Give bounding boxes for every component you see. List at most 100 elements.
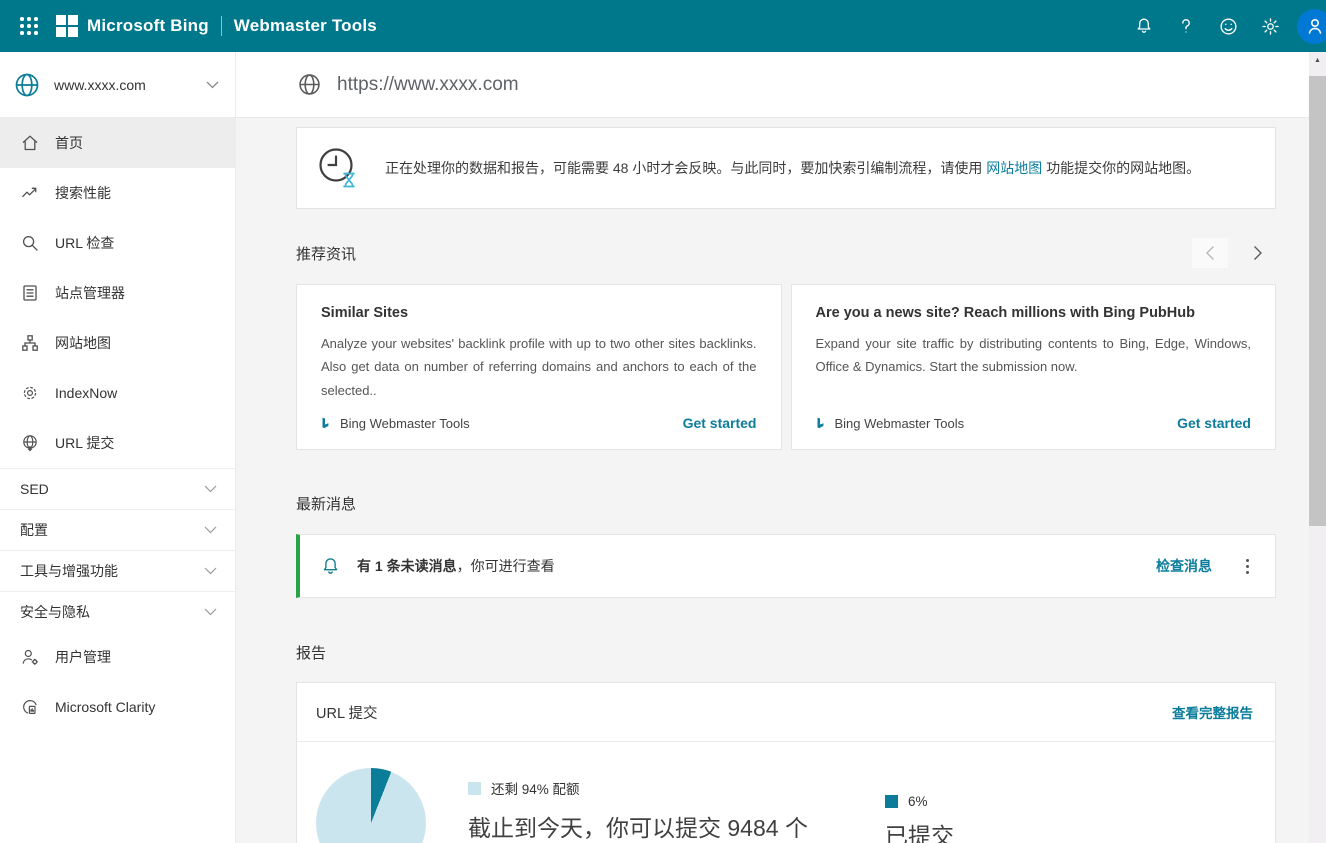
card-source: Bing Webmaster Tools bbox=[816, 416, 965, 431]
microsoft-logo-icon bbox=[56, 15, 78, 37]
messages-heading: 最新消息 bbox=[296, 493, 356, 514]
sidebar-section-label: SED bbox=[20, 481, 49, 497]
get-started-link[interactable]: Get started bbox=[1177, 415, 1251, 431]
sidebar-item-label: URL 检查 bbox=[55, 233, 114, 253]
feedback-button[interactable] bbox=[1207, 0, 1249, 52]
clock-hourglass-icon bbox=[315, 144, 363, 192]
legend-remaining-label: 还剩 94% 配额 bbox=[491, 778, 580, 798]
sidebar-section-sed[interactable]: SED bbox=[0, 468, 235, 509]
chevron-down-icon bbox=[204, 567, 217, 575]
sidebar-section-configuration[interactable]: 配置 bbox=[0, 509, 235, 550]
sidebar-section-label: 安全与隐私 bbox=[20, 602, 90, 622]
sidebar-item-label: URL 提交 bbox=[55, 433, 114, 453]
site-selector[interactable]: www.xxxx.com bbox=[0, 52, 235, 118]
site-manager-icon bbox=[20, 283, 40, 303]
sidebar-nav: 首页 搜索性能 URL 检查 站点管理器 网站地图 IndexNow URL 提… bbox=[0, 118, 235, 732]
brand-name: Microsoft Bing bbox=[87, 16, 209, 36]
chevron-down-icon bbox=[204, 526, 217, 534]
reports-heading-row: 报告 bbox=[296, 641, 1276, 663]
sitemap-icon bbox=[20, 333, 40, 353]
scroll-up-arrow[interactable]: ▲ bbox=[1309, 52, 1326, 68]
chevron-down-icon bbox=[204, 485, 217, 493]
legend-submitted-pct: 6% bbox=[908, 794, 928, 809]
card-body: Expand your site traffic by distributing… bbox=[816, 332, 1252, 379]
sidebar-item-microsoft-clarity[interactable]: Microsoft Clarity bbox=[0, 682, 235, 732]
legend-submitted-label-row: 6% bbox=[885, 794, 954, 809]
bell-icon bbox=[1134, 16, 1154, 36]
report-card-title: URL 提交 bbox=[316, 702, 378, 723]
sidebar-item-site-explorer[interactable]: 站点管理器 bbox=[0, 268, 235, 318]
report-card-header: URL 提交 查看完整报告 bbox=[297, 683, 1275, 742]
brand-home-link[interactable]: Microsoft Bing bbox=[56, 15, 209, 37]
sidebar-item-search-performance[interactable]: 搜索性能 bbox=[0, 168, 235, 218]
legend-submitted: 6% 已提交 bbox=[885, 794, 954, 843]
recommended-heading-row: 推荐资讯 bbox=[296, 242, 1276, 264]
home-icon bbox=[20, 133, 40, 153]
card-source: Bing Webmaster Tools bbox=[321, 416, 470, 431]
site-url: https://www.xxxx.com bbox=[337, 74, 519, 96]
sidebar-item-label: 用户管理 bbox=[55, 647, 111, 667]
sitemap-link[interactable]: 网站地图 bbox=[986, 160, 1042, 176]
unread-message-card: 有 1 条未读消息，你可进行查看 检查消息 bbox=[296, 534, 1276, 598]
notifications-button[interactable] bbox=[1123, 0, 1165, 52]
sidebar-item-sitemaps[interactable]: 网站地图 bbox=[0, 318, 235, 368]
check-messages-link[interactable]: 检查消息 bbox=[1156, 556, 1212, 576]
sidebar-item-url-inspection[interactable]: URL 检查 bbox=[0, 218, 235, 268]
product-name: Webmaster Tools bbox=[234, 16, 377, 36]
indexnow-gear-icon bbox=[20, 383, 40, 403]
sidebar-section-tools[interactable]: 工具与增强功能 bbox=[0, 550, 235, 591]
processing-notice-card: 正在处理你的数据和报告，可能需要 48 小时才会反映。与此同时，要加快索引编制流… bbox=[296, 127, 1276, 209]
kebab-icon bbox=[1246, 559, 1249, 562]
legend-swatch-remaining bbox=[468, 782, 481, 795]
card-title: Similar Sites bbox=[321, 305, 757, 321]
globe-icon bbox=[296, 71, 323, 98]
view-full-report-link[interactable]: 查看完整报告 bbox=[1172, 702, 1253, 722]
gear-icon bbox=[1260, 16, 1281, 37]
url-submit-globe-icon bbox=[20, 433, 40, 453]
globe-icon bbox=[12, 70, 42, 100]
sidebar-item-url-submission[interactable]: URL 提交 bbox=[0, 418, 235, 468]
carousel-controls bbox=[1192, 238, 1276, 268]
sidebar-item-label: 首页 bbox=[55, 133, 83, 153]
legend-remaining: 还剩 94% 配额 截止到今天，你可以提交 9484 个 URL bbox=[468, 778, 860, 843]
report-card-body: 还剩 94% 配额 截止到今天，你可以提交 9484 个 URL 6% 已提交 bbox=[297, 742, 1275, 843]
card-body: Analyze your websites' backlink profile … bbox=[321, 332, 757, 402]
sidebar-section-label: 工具与增强功能 bbox=[20, 561, 118, 581]
sidebar-item-indexnow[interactable]: IndexNow bbox=[0, 368, 235, 418]
app-launcher-button[interactable] bbox=[8, 0, 50, 52]
chevron-left-icon bbox=[1205, 245, 1215, 261]
get-started-link[interactable]: Get started bbox=[683, 415, 757, 431]
user-gear-icon bbox=[20, 647, 40, 667]
quota-remaining-text: 截止到今天，你可以提交 9484 个 URL bbox=[468, 811, 860, 843]
card-footer: Bing Webmaster Tools Get started bbox=[816, 402, 1252, 431]
sidebar-section-security[interactable]: 安全与隐私 bbox=[0, 591, 235, 632]
unread-message-text: 有 1 条未读消息，你可进行查看 bbox=[357, 556, 555, 576]
more-options-button[interactable] bbox=[1242, 555, 1253, 578]
chevron-right-icon bbox=[1253, 245, 1263, 261]
site-header: https://www.xxxx.com bbox=[236, 52, 1326, 118]
recommended-heading: 推荐资讯 bbox=[296, 243, 356, 264]
sidebar-item-home[interactable]: 首页 bbox=[0, 118, 235, 168]
recommendation-card-similar-sites: Similar Sites Analyze your websites' bac… bbox=[296, 284, 782, 450]
vertical-scrollbar[interactable]: ▲ bbox=[1309, 52, 1326, 843]
bing-logo-icon bbox=[816, 417, 827, 430]
submitted-text: 已提交 bbox=[885, 819, 954, 843]
help-button[interactable] bbox=[1165, 0, 1207, 52]
url-submission-report-card: URL 提交 查看完整报告 还剩 94% 配额 截止到今天，你可以提交 9484… bbox=[296, 682, 1276, 843]
sidebar: www.xxxx.com 首页 搜索性能 URL 检查 站点管理器 网站地图 I… bbox=[0, 52, 236, 843]
search-icon bbox=[20, 233, 40, 253]
recommended-cards: Similar Sites Analyze your websites' bac… bbox=[296, 284, 1276, 450]
scrollbar-thumb[interactable] bbox=[1309, 76, 1326, 526]
sidebar-item-label: 网站地图 bbox=[55, 333, 111, 353]
account-button[interactable] bbox=[1297, 9, 1326, 44]
sidebar-item-label: IndexNow bbox=[55, 385, 117, 401]
site-selector-label: www.xxxx.com bbox=[54, 77, 146, 93]
legend-swatch-submitted bbox=[885, 795, 898, 808]
carousel-prev-button[interactable] bbox=[1192, 238, 1228, 268]
sidebar-item-user-management[interactable]: 用户管理 bbox=[0, 632, 235, 682]
person-icon bbox=[1305, 16, 1325, 36]
carousel-next-button[interactable] bbox=[1240, 238, 1276, 268]
settings-button[interactable] bbox=[1249, 0, 1291, 52]
sidebar-item-label: Microsoft Clarity bbox=[55, 699, 155, 715]
sidebar-section-label: 配置 bbox=[20, 520, 48, 540]
